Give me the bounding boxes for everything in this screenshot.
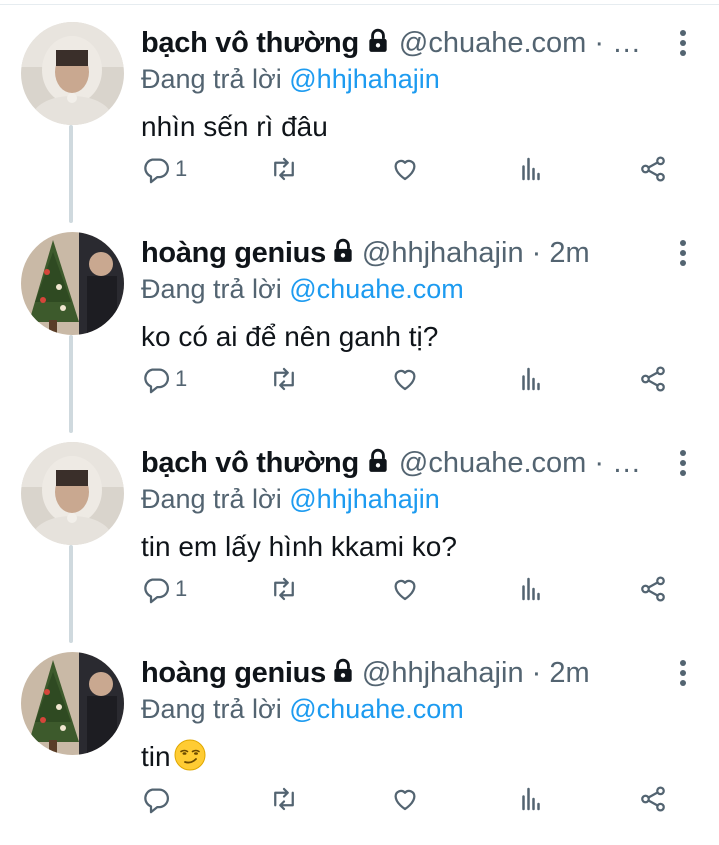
reply-icon	[144, 368, 169, 394]
tweet-header: hoàng genius @hhjhahajin · 2m	[141, 233, 590, 273]
tweet[interactable]: hoàng genius @hhjhahajin · 2m Đang trả lờ…	[0, 635, 719, 845]
reply-button[interactable]: 1	[141, 152, 187, 186]
action-bar: 1	[141, 572, 686, 606]
share-button[interactable]	[638, 782, 668, 816]
avatar[interactable]	[21, 652, 124, 755]
share-icon	[641, 576, 665, 602]
display-name[interactable]: bạch vô thường	[141, 447, 359, 479]
tweet[interactable]: bạch vô thường @chuahe.com · … Đang trả l…	[0, 5, 719, 215]
christmas-tree-avatar	[21, 652, 124, 755]
retweet-button[interactable]	[269, 152, 299, 186]
hooded-person-avatar	[21, 22, 124, 125]
share-icon	[641, 366, 665, 392]
analytics-button[interactable]	[516, 572, 546, 606]
analytics-button[interactable]	[516, 152, 546, 186]
avatar[interactable]	[21, 232, 124, 335]
share-button[interactable]	[638, 572, 668, 606]
replying-to: Đang trả lời @hhjhahajin	[141, 481, 440, 517]
heart-icon	[394, 369, 416, 391]
replying-to-label: Đang trả lời	[141, 64, 290, 94]
handle-timestamp[interactable]: @hhjhahajin · 2m	[362, 237, 590, 269]
display-name[interactable]: bạch vô thường	[141, 27, 359, 59]
like-button[interactable]	[390, 782, 420, 816]
reply-button[interactable]: 1	[141, 572, 187, 606]
more-vertical-icon[interactable]	[677, 240, 689, 270]
replying-to: Đang trả lời @hhjhahajin	[141, 61, 440, 97]
analytics-icon	[522, 367, 540, 391]
mention-link[interactable]: @chuahe.com	[289, 274, 464, 304]
handle-timestamp[interactable]: @chuahe.com · …	[399, 27, 641, 59]
handle-timestamp[interactable]: @chuahe.com · …	[399, 447, 641, 479]
like-button[interactable]	[390, 362, 420, 396]
heart-icon	[394, 159, 416, 181]
more-vertical-icon[interactable]	[677, 450, 689, 480]
retweet-button[interactable]	[269, 782, 299, 816]
mention-link[interactable]: @chuahe.com	[289, 694, 464, 724]
handle-timestamp[interactable]: @hhjhahajin · 2m	[362, 657, 590, 689]
share-button[interactable]	[638, 362, 668, 396]
tweet-text: tin	[141, 737, 207, 777]
lock-icon	[330, 655, 356, 695]
mention-link[interactable]: @hhjhahajin	[289, 64, 440, 94]
reply-icon	[144, 158, 169, 184]
retweet-button[interactable]	[269, 362, 299, 396]
more-vertical-icon[interactable]	[677, 30, 689, 60]
christmas-tree-avatar	[21, 232, 124, 335]
tweet-text: nhìn sến rì đâu	[141, 111, 328, 142]
tweet[interactable]: bạch vô thường @chuahe.com · … Đang trả l…	[0, 425, 719, 635]
replying-to-label: Đang trả lời	[141, 694, 290, 724]
retweet-icon	[274, 367, 294, 391]
replying-to: Đang trả lời @chuahe.com	[141, 691, 464, 727]
action-bar: 1	[141, 152, 686, 186]
retweet-icon	[274, 787, 294, 811]
like-button[interactable]	[390, 572, 420, 606]
tweet[interactable]: hoàng genius @hhjhahajin · 2m Đang trả lờ…	[0, 215, 719, 425]
tweet-text-content: tin	[141, 741, 171, 772]
tweet-header: hoàng genius @hhjhahajin · 2m	[141, 653, 590, 693]
share-icon	[641, 786, 665, 812]
display-name[interactable]: hoàng genius	[141, 237, 326, 269]
reply-icon	[144, 788, 169, 814]
avatar[interactable]	[21, 22, 124, 125]
retweet-icon	[274, 157, 294, 181]
action-bar	[141, 782, 686, 816]
lock-icon	[330, 235, 356, 275]
replying-to-label: Đang trả lời	[141, 484, 290, 514]
analytics-icon	[522, 787, 540, 811]
share-button[interactable]	[638, 152, 668, 186]
share-icon	[641, 156, 665, 182]
tweet-header: bạch vô thường @chuahe.com · …	[141, 443, 641, 483]
mention-link[interactable]: @hhjhahajin	[289, 484, 440, 514]
reply-count: 1	[175, 576, 188, 601]
tweet-header: bạch vô thường @chuahe.com · …	[141, 23, 641, 63]
heart-icon	[394, 789, 416, 811]
like-button[interactable]	[390, 152, 420, 186]
reply-button[interactable]: 1	[141, 362, 187, 396]
more-vertical-icon[interactable]	[677, 660, 689, 690]
replying-to-label: Đang trả lời	[141, 274, 290, 304]
tweet-text: tin em lấy hình kkami ko?	[141, 531, 457, 562]
reply-button[interactable]	[141, 782, 175, 816]
retweet-button[interactable]	[269, 572, 299, 606]
analytics-button[interactable]	[516, 782, 546, 816]
smirking-face-emoji	[173, 738, 207, 772]
display-name[interactable]: hoàng genius	[141, 657, 326, 689]
analytics-icon	[522, 577, 540, 601]
analytics-icon	[522, 157, 540, 181]
lock-icon	[365, 25, 391, 65]
lock-icon	[365, 445, 391, 485]
reply-count: 1	[175, 156, 188, 181]
analytics-button[interactable]	[516, 362, 546, 396]
avatar[interactable]	[21, 442, 124, 545]
action-bar: 1	[141, 362, 686, 396]
reply-icon	[144, 578, 169, 604]
retweet-icon	[274, 577, 294, 601]
heart-icon	[394, 579, 416, 601]
tweet-text: ko có ai để nên ganh tị?	[141, 321, 439, 352]
replying-to: Đang trả lời @chuahe.com	[141, 271, 464, 307]
reply-count: 1	[175, 366, 188, 391]
hooded-person-avatar	[21, 442, 124, 545]
